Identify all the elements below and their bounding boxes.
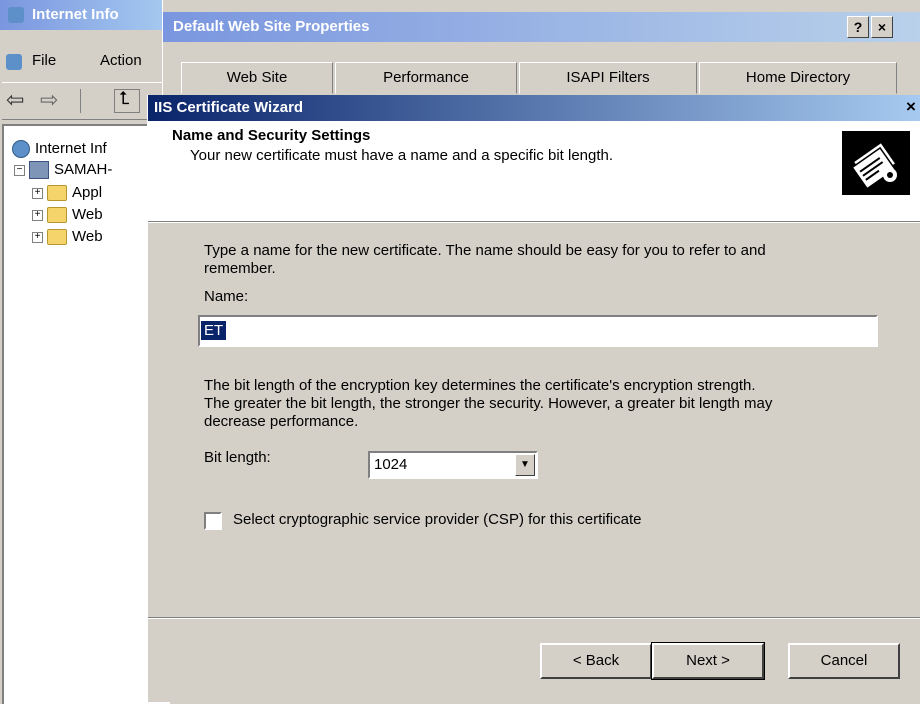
tab-isapi-filters[interactable]: ISAPI Filters bbox=[519, 62, 697, 94]
expand-icon[interactable]: + bbox=[32, 231, 43, 243]
collapse-icon[interactable]: − bbox=[14, 164, 25, 176]
cancel-button[interactable]: Cancel bbox=[788, 643, 900, 679]
certificate-name-input[interactable] bbox=[198, 315, 878, 347]
folder-icon bbox=[47, 207, 67, 224]
tree-pane: Internet Inf − SAMAH- + Appl + Web + Web bbox=[2, 124, 170, 704]
next-button[interactable]: Next > bbox=[651, 642, 765, 680]
back-arrow-icon[interactable]: ⇦ bbox=[6, 87, 24, 113]
bit-length-select[interactable]: 1024 ▼ bbox=[368, 451, 538, 479]
button-area-divider-highlight bbox=[148, 618, 920, 619]
certificate-name-selected-text: ET bbox=[201, 321, 227, 340]
bit-instructions-1: The bit length of the encryption key det… bbox=[204, 377, 756, 394]
csp-checkbox-label[interactable]: Select cryptographic service provider (C… bbox=[233, 511, 641, 528]
expand-icon[interactable]: + bbox=[32, 209, 43, 221]
tab-home-directory[interactable]: Home Directory bbox=[699, 62, 897, 94]
bit-length-value: 1024 bbox=[374, 456, 408, 473]
name-instructions: Type a name for the new certificate. The… bbox=[204, 242, 766, 259]
folder-icon bbox=[47, 229, 67, 246]
expand-icon[interactable]: + bbox=[32, 187, 43, 199]
wizard-header: Name and Security Settings Your new cert… bbox=[148, 121, 920, 222]
iis-titlebar[interactable]: Internet Info bbox=[0, 0, 170, 30]
name-label: Name: bbox=[204, 288, 249, 305]
tree-item-root[interactable]: Internet Inf bbox=[12, 138, 107, 160]
toolbar-divider bbox=[80, 89, 81, 113]
step-subtitle: Your new certificate must have a name an… bbox=[190, 147, 614, 164]
wizard-titlebar[interactable]: IIS Certificate Wizard × bbox=[148, 95, 920, 121]
iis-menu-app-icon bbox=[6, 54, 22, 70]
tree-item-label: Internet Inf bbox=[35, 140, 107, 157]
tree-item-web-sites[interactable]: + Web bbox=[32, 204, 103, 226]
tree-item-label: Web bbox=[72, 228, 103, 245]
iis-window-title: Internet Info bbox=[32, 6, 119, 23]
tree-item-server[interactable]: − SAMAH- bbox=[14, 159, 112, 181]
tab-performance[interactable]: Performance bbox=[335, 62, 517, 94]
step-title: Name and Security Settings bbox=[172, 127, 371, 144]
server-icon bbox=[29, 161, 49, 180]
tab-web-site[interactable]: Web Site bbox=[181, 62, 333, 94]
iis-manager-window: Internet Info File Action ⇦ ⇨ ⮤ Internet… bbox=[0, 0, 171, 704]
up-folder-button[interactable]: ⮤ bbox=[114, 88, 140, 113]
help-button[interactable]: ? bbox=[847, 16, 869, 38]
up-folder-icon: ⮤ bbox=[119, 88, 130, 108]
dropdown-arrow-icon[interactable]: ▼ bbox=[515, 454, 535, 476]
tree-item-app-pools[interactable]: + Appl bbox=[32, 182, 102, 204]
tree-item-label: SAMAH- bbox=[54, 161, 113, 178]
csp-checkbox[interactable] bbox=[204, 512, 222, 530]
tree-item-label: Web bbox=[72, 206, 103, 223]
properties-titlebar[interactable]: Default Web Site Properties ? × bbox=[163, 12, 920, 42]
iis-root-icon bbox=[12, 140, 30, 159]
properties-title: Default Web Site Properties bbox=[173, 18, 370, 35]
iis-toolbar: ⇦ ⇨ ⮤ bbox=[2, 82, 170, 120]
iis-app-icon bbox=[8, 7, 24, 23]
header-divider bbox=[148, 222, 920, 223]
menu-file[interactable]: File bbox=[32, 52, 56, 69]
bit-instructions-2: The greater the bit length, the stronger… bbox=[204, 395, 773, 412]
name-instructions-cont: remember. bbox=[204, 260, 276, 277]
forward-arrow-icon[interactable]: ⇨ bbox=[40, 87, 58, 113]
wizard-title: IIS Certificate Wizard bbox=[154, 99, 304, 116]
tree-item-web-extensions[interactable]: + Web bbox=[32, 226, 103, 248]
bit-instructions-3: decrease performance. bbox=[204, 413, 359, 430]
menu-action[interactable]: Action bbox=[100, 52, 142, 69]
wizard-close-button[interactable]: × bbox=[906, 96, 916, 118]
properties-close-button[interactable]: × bbox=[871, 16, 893, 38]
tree-item-label: Appl bbox=[72, 184, 103, 201]
folder-icon bbox=[47, 185, 67, 202]
back-button[interactable]: < Back bbox=[540, 643, 652, 679]
certificate-wizard-dialog: IIS Certificate Wizard × Name and Securi… bbox=[147, 95, 920, 702]
certificate-icon bbox=[842, 131, 910, 195]
bit-length-label: Bit length: bbox=[204, 449, 271, 466]
